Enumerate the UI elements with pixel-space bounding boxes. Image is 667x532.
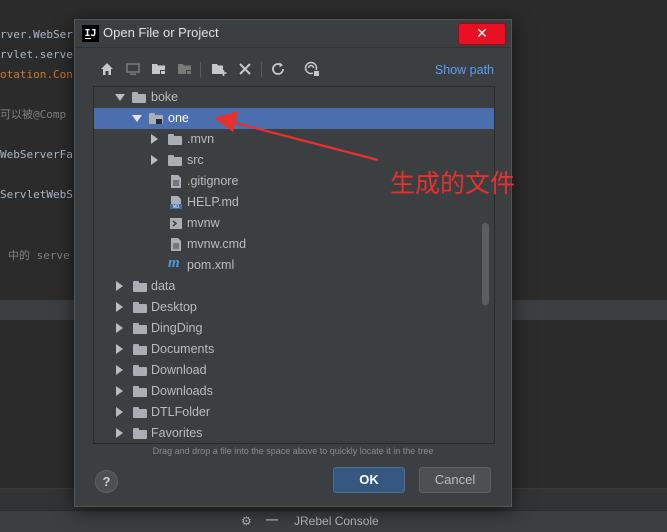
tree-item-label: .gitignore [187,174,239,188]
code-line: rvlet.serve [0,48,73,61]
collapse-arrow-icon[interactable] [151,134,158,144]
folder-icon [133,344,147,355]
collapse-arrow-icon[interactable] [116,344,123,354]
script-file-icon [170,218,182,229]
tree-item-label: Downloads [151,384,213,398]
open-file-dialog: IJ Open File or Project ✕ Show path boke… [74,19,512,507]
home-icon[interactable] [99,61,115,77]
folder-icon [133,302,147,313]
tree-item-label: DTLFolder [151,405,211,419]
intellij-logo-icon: IJ [82,25,99,42]
close-button[interactable]: ✕ [458,23,506,45]
dialog-titlebar[interactable]: IJ Open File or Project ✕ [75,20,511,48]
cancel-button[interactable]: Cancel [419,467,491,493]
tree-item-label: pom.xml [187,258,235,272]
dialog-title: Open File or Project [103,25,219,40]
dialog-toolbar: Show path [75,48,511,84]
tree-item-label: HELP.md [187,195,239,209]
drag-drop-hint: Drag and drop a file into the space abov… [152,446,434,456]
hidden-files-icon[interactable] [304,61,320,77]
tree-item-mvnw-cmd[interactable]: mvnw.cmd [94,234,494,255]
folder-icon [133,428,147,439]
folder-icon [133,386,147,397]
tree-item-dtlfolder[interactable]: DTLFolder [94,402,494,423]
tree-item-label: Documents [151,342,215,356]
jrebel-console-tab[interactable]: JRebel Console [294,514,379,528]
tree-item-dingding[interactable]: DingDing [94,318,494,339]
project-folder-icon[interactable] [151,61,167,77]
show-path-link[interactable]: Show path [435,63,494,77]
folder-icon [133,281,147,292]
tree-item-download[interactable]: Download [94,360,494,381]
code-line: ServletWebS [0,188,73,201]
tree-item-pom-xml[interactable]: m pom.xml [94,255,494,276]
toolbar-separator [261,62,262,77]
folder-icon [133,365,147,376]
tree-item-label: Favorites [151,426,203,440]
code-line: 中的 serve [8,249,70,262]
code-line: 可以被@Comp [0,108,67,121]
tree-item-documents[interactable]: Documents [94,339,494,360]
expand-arrow-icon[interactable] [132,115,142,122]
ok-button[interactable]: OK [333,467,405,493]
tree-item-mvn[interactable]: .mvn [94,129,494,150]
maven-icon: m [168,255,180,271]
code-line: otation.Con [0,68,73,81]
tree-item-mvnw[interactable]: mvnw [94,213,494,234]
code-line: WebServerFa [0,148,73,161]
collapse-arrow-icon[interactable] [116,323,123,333]
toolbar-separator [200,62,201,77]
folder-icon [168,155,182,166]
file-tree[interactable]: boke one .mvn src .gitignore MD HELP.md [93,86,495,444]
delete-icon[interactable] [237,61,253,77]
code-line: rver.WebSer [0,28,73,41]
collapse-arrow-icon[interactable] [116,302,123,312]
tree-item-boke[interactable]: boke [94,87,494,108]
tree-item-downloads[interactable]: Downloads [94,381,494,402]
tree-item-label: mvnw [187,216,220,230]
tree-item-one[interactable]: one [94,108,494,129]
tree-scrollbar[interactable] [482,223,489,305]
folder-icon [168,134,182,145]
tree-item-label: src [187,153,204,167]
markdown-file-icon: MD [170,196,182,209]
tree-item-label: Desktop [151,300,197,314]
tree-item-label: mvnw.cmd [187,237,247,251]
expand-arrow-icon[interactable] [115,94,125,101]
tree-item-label: data [151,279,176,293]
desktop-icon[interactable] [125,61,141,77]
text-file-icon [171,175,181,188]
module-folder-icon [149,113,163,124]
collapse-arrow-icon[interactable] [116,386,123,396]
collapse-arrow-icon[interactable] [116,428,123,438]
tree-item-label: boke [151,90,179,104]
collapse-arrow-icon[interactable] [116,407,123,417]
folder-icon [133,323,147,334]
new-folder-icon[interactable] [211,61,227,77]
annotation-text: 生成的文件 [390,169,516,198]
collapse-arrow-icon[interactable] [116,365,123,375]
collapse-arrow-icon[interactable] [116,281,123,291]
module-folder-icon[interactable] [177,61,193,77]
tree-item-favorites[interactable]: Favorites [94,423,494,443]
help-button[interactable]: ? [95,470,118,493]
text-file-icon [171,238,181,251]
gear-icon[interactable]: ⚙ [241,514,252,528]
tree-item-label: .mvn [187,132,215,146]
minimize-icon[interactable]: — [266,512,278,526]
collapse-arrow-icon[interactable] [151,155,158,165]
svg-text:MD: MD [173,204,180,209]
tree-item-label: one [168,111,189,125]
refresh-icon[interactable] [270,61,286,77]
folder-icon [132,92,146,103]
tree-item-desktop[interactable]: Desktop [94,297,494,318]
tree-item-data[interactable]: data [94,276,494,297]
tree-item-label: DingDing [151,321,203,335]
tree-item-label: Download [151,363,207,377]
folder-icon [133,407,147,418]
